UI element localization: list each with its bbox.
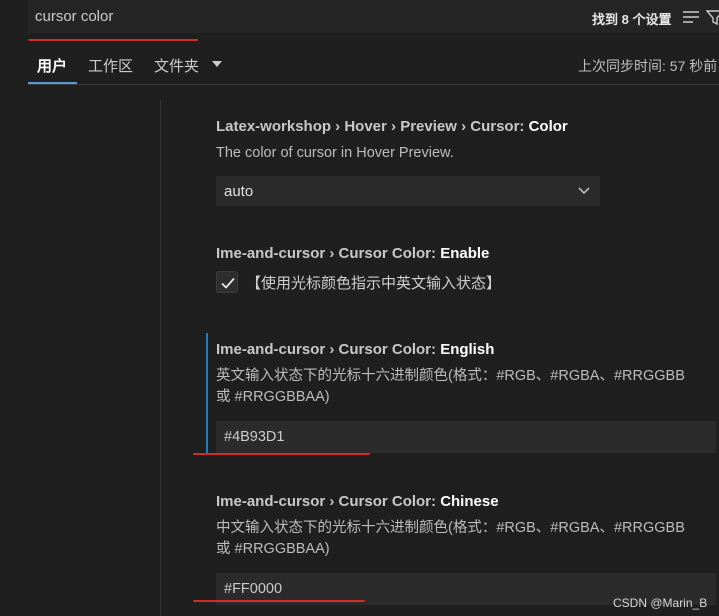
setting-ime-cursor-color-english: Ime-and-cursor › Cursor Color: English 英… xyxy=(200,333,719,453)
tab-user[interactable]: 用户 xyxy=(37,55,67,76)
setting-description: 英文输入状态下的光标十六进制颜色(格式：#RGB、#RGBA、#RRGGBB 或… xyxy=(216,368,685,405)
setting-title: Ime-and-cursor › Cursor Color: Enable xyxy=(216,245,490,262)
setting-ime-cursor-color-chinese: Ime-and-cursor › Cursor Color: Chinese 中… xyxy=(200,493,719,605)
settings-search-input[interactable] xyxy=(35,0,555,33)
toc-separator xyxy=(160,100,161,616)
english-color-input[interactable] xyxy=(216,421,716,453)
enable-checkbox-row: 【使用光标颜色指示中英文输入状态】 xyxy=(216,271,501,293)
filter-funnel-icon[interactable] xyxy=(706,9,719,25)
setting-latex-hover-cursor-color: Latex-workshop › Hover › Preview › Curso… xyxy=(200,118,719,206)
folder-dropdown-chevron-down-icon[interactable] xyxy=(212,60,222,68)
clear-filter-list-icon[interactable] xyxy=(682,9,700,25)
tab-folder[interactable]: 文件夹 xyxy=(154,55,199,76)
tab-divider xyxy=(28,84,719,85)
cursor-color-select[interactable]: auto xyxy=(216,176,600,206)
annotation-underline-search xyxy=(28,39,198,41)
annotation-underline-chinese xyxy=(193,600,365,602)
checkbox-label: 【使用光标颜色指示中英文输入状态】 xyxy=(246,274,502,292)
results-count: 找到 8 个设置 xyxy=(592,12,672,27)
setting-title: Latex-workshop › Hover › Preview › Curso… xyxy=(216,118,568,135)
setting-ime-cursor-color-enable: Ime-and-cursor › Cursor Color: Enable 【使… xyxy=(200,245,719,293)
tab-workspace[interactable]: 工作区 xyxy=(88,55,133,76)
settings-editor: 找到 8 个设置 用户 工作区 文件夹 上次同步时间: 57 秒前 Latex-… xyxy=(0,0,719,616)
setting-description: The color of cursor in Hover Preview. xyxy=(216,145,454,161)
setting-title: Ime-and-cursor › Cursor Color: English xyxy=(216,341,495,358)
annotation-underline-english xyxy=(193,453,370,455)
select-value: auto xyxy=(224,182,254,200)
setting-title: Ime-and-cursor › Cursor Color: Chinese xyxy=(216,493,499,510)
sync-status: 上次同步时间: 57 秒前 xyxy=(578,58,718,74)
checkmark-icon xyxy=(221,277,235,289)
chevron-down-icon xyxy=(578,187,590,195)
enable-checkbox[interactable] xyxy=(216,271,238,293)
watermark: CSDN @Marin_B xyxy=(613,596,708,610)
setting-description: 中文输入状态下的光标十六进制颜色(格式：#RGB、#RGBA、#RRGGBB 或… xyxy=(216,520,685,557)
